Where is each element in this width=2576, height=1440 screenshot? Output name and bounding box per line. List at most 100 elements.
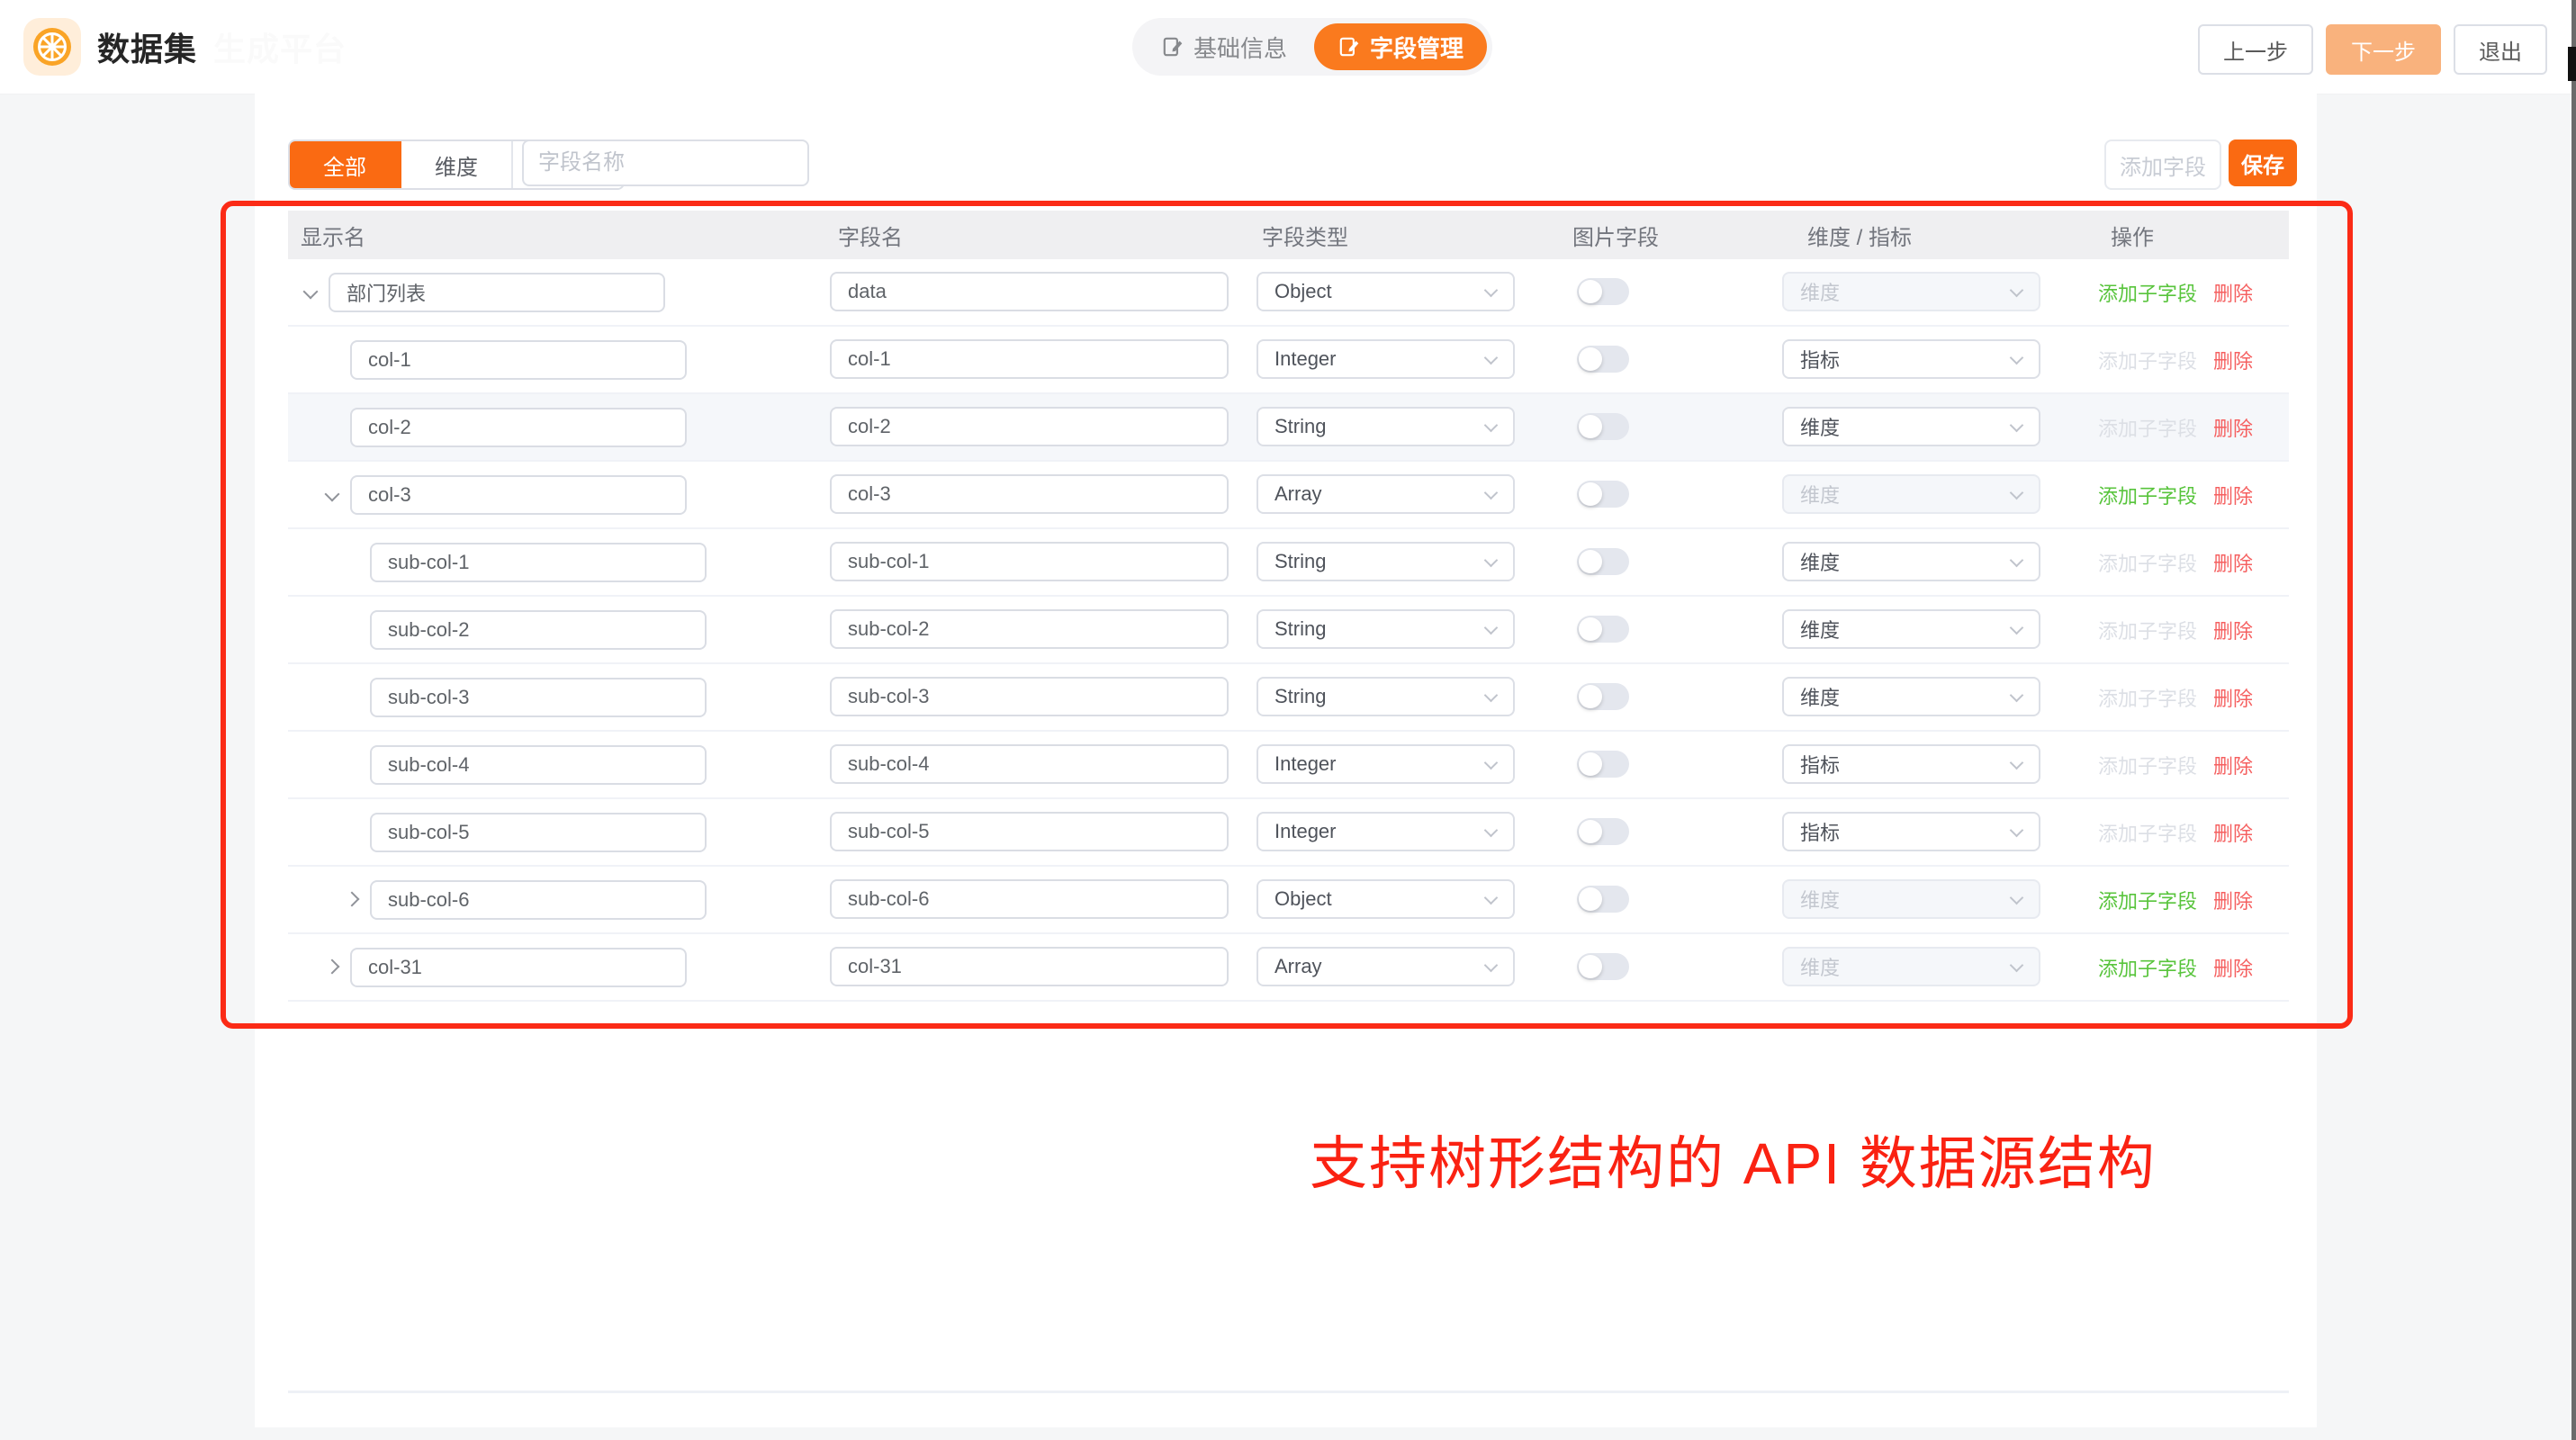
delete-link[interactable]: 删除 [2213, 481, 2253, 509]
dimension-metric-select[interactable]: 指标 [1782, 339, 2040, 379]
delete-link[interactable]: 删除 [2213, 413, 2253, 442]
dimension-metric-select[interactable]: 维度 [1782, 542, 2040, 581]
tree-expand-icon[interactable] [345, 893, 359, 907]
image-field-toggle[interactable] [1577, 751, 1629, 778]
delete-link[interactable]: 删除 [2213, 616, 2253, 644]
delete-link[interactable]: 删除 [2213, 683, 2253, 712]
delete-link[interactable]: 删除 [2213, 346, 2253, 374]
display-name-input[interactable] [370, 745, 707, 785]
next-step-button[interactable]: 下一步 [2326, 24, 2441, 75]
add-child-field-link[interactable]: 添加子字段 [2098, 886, 2197, 914]
add-child-field-link[interactable]: 添加子字段 [2098, 953, 2197, 982]
field-name-input[interactable] [830, 339, 1229, 379]
delete-link[interactable]: 删除 [2213, 278, 2253, 307]
save-button[interactable]: 保存 [2229, 140, 2297, 186]
field-type-select[interactable]: String [1256, 677, 1515, 716]
display-name-input[interactable] [370, 610, 707, 650]
field-type-select[interactable]: Array [1256, 474, 1515, 514]
display-name-input[interactable] [370, 678, 707, 717]
image-field-toggle[interactable] [1577, 346, 1629, 373]
dimension-metric-select[interactable]: 维度 [1782, 272, 2040, 311]
image-field-toggle[interactable] [1577, 481, 1629, 508]
dimension-metric-value: 指标 [1800, 750, 1840, 778]
field-name-input[interactable] [830, 879, 1229, 919]
dimension-metric-select[interactable]: 维度 [1782, 677, 2040, 716]
previous-step-button[interactable]: 上一步 [2198, 24, 2313, 75]
table-row: Integer 指标 添加子字段 删除 [288, 799, 2289, 867]
image-field-toggle[interactable] [1577, 818, 1629, 845]
field-type-select[interactable]: Array [1256, 947, 1515, 986]
field-name-input[interactable] [830, 407, 1229, 446]
display-name-input[interactable] [350, 408, 687, 447]
field-type-select[interactable]: String [1256, 407, 1515, 446]
delete-link[interactable]: 删除 [2213, 818, 2253, 847]
field-name-input[interactable] [830, 272, 1229, 311]
display-name-input[interactable] [350, 340, 687, 380]
filter-dimension-button[interactable]: 维度 [401, 141, 513, 188]
dimension-metric-select[interactable]: 指标 [1782, 744, 2040, 784]
field-type-select[interactable]: String [1256, 542, 1515, 581]
dimension-metric-value: 维度 [1800, 615, 1840, 644]
scrollbar-thumb[interactable] [2568, 47, 2576, 81]
scrollbar-track[interactable] [2571, 0, 2576, 1440]
image-field-toggle[interactable] [1577, 953, 1629, 980]
dimension-metric-select[interactable]: 维度 [1782, 407, 2040, 446]
tree-expand-icon[interactable] [325, 960, 339, 975]
delete-link[interactable]: 删除 [2213, 953, 2253, 982]
field-type-select[interactable]: String [1256, 609, 1515, 649]
dimension-metric-select[interactable]: 维度 [1782, 879, 2040, 919]
field-name-input[interactable] [830, 677, 1229, 716]
field-type-value: String [1274, 550, 1326, 573]
image-field-toggle[interactable] [1577, 548, 1629, 575]
tab-field-management[interactable]: 字段管理 [1314, 23, 1487, 70]
image-field-toggle[interactable] [1577, 886, 1629, 913]
add-child-field-link[interactable]: 添加子字段 [2098, 278, 2197, 307]
dimension-metric-select[interactable]: 指标 [1782, 812, 2040, 851]
display-name-input[interactable] [350, 948, 687, 987]
field-name-input[interactable] [830, 744, 1229, 784]
display-name-input[interactable] [370, 813, 707, 852]
filter-all-button[interactable]: 全部 [290, 141, 401, 188]
row-actions: 添加子字段 删除 [2098, 799, 2253, 865]
field-type-select[interactable]: Integer [1256, 339, 1515, 379]
column-header-dimension-metric: 维度 / 指标 [1807, 211, 1912, 259]
tree-expand-icon[interactable] [303, 285, 318, 300]
field-type-select[interactable]: Integer [1256, 744, 1515, 784]
delete-link[interactable]: 删除 [2213, 548, 2253, 577]
field-name-input[interactable] [830, 947, 1229, 986]
delete-link[interactable]: 删除 [2213, 886, 2253, 914]
image-field-toggle[interactable] [1577, 413, 1629, 440]
field-name-input[interactable] [830, 542, 1229, 581]
chevron-down-icon [1484, 353, 1497, 365]
dimension-metric-select[interactable]: 维度 [1782, 474, 2040, 514]
display-name-input[interactable] [370, 880, 707, 920]
tab-basic-info[interactable]: 基础信息 [1138, 23, 1311, 70]
add-child-field-link[interactable]: 添加子字段 [2098, 481, 2197, 509]
dimension-metric-value: 维度 [1800, 952, 1840, 981]
display-name-cell [288, 664, 707, 730]
delete-link[interactable]: 删除 [2213, 751, 2253, 779]
chevron-down-icon [1484, 893, 1497, 905]
add-field-button[interactable]: 添加字段 [2104, 140, 2221, 190]
field-name-search-input[interactable] [522, 140, 809, 186]
field-name-input[interactable] [830, 609, 1229, 649]
display-name-input[interactable] [370, 543, 707, 582]
exit-button[interactable]: 退出 [2454, 24, 2547, 75]
display-name-input[interactable] [350, 475, 687, 515]
field-type-select[interactable]: Object [1256, 272, 1515, 311]
image-field-toggle[interactable] [1577, 616, 1629, 643]
field-type-select[interactable]: Integer [1256, 812, 1515, 851]
image-field-toggle[interactable] [1577, 683, 1629, 710]
display-name-cell [288, 867, 707, 932]
app-logo-citrus-icon [23, 18, 81, 76]
table-row: String 维度 添加子字段 删除 [288, 529, 2289, 597]
image-field-toggle[interactable] [1577, 278, 1629, 305]
field-name-input[interactable] [830, 812, 1229, 851]
chevron-down-icon [2010, 353, 2022, 365]
display-name-input[interactable] [329, 273, 665, 312]
dimension-metric-select[interactable]: 维度 [1782, 609, 2040, 649]
dimension-metric-select[interactable]: 维度 [1782, 947, 2040, 986]
tree-expand-icon[interactable] [325, 488, 339, 502]
field-name-input[interactable] [830, 474, 1229, 514]
field-type-select[interactable]: Object [1256, 879, 1515, 919]
